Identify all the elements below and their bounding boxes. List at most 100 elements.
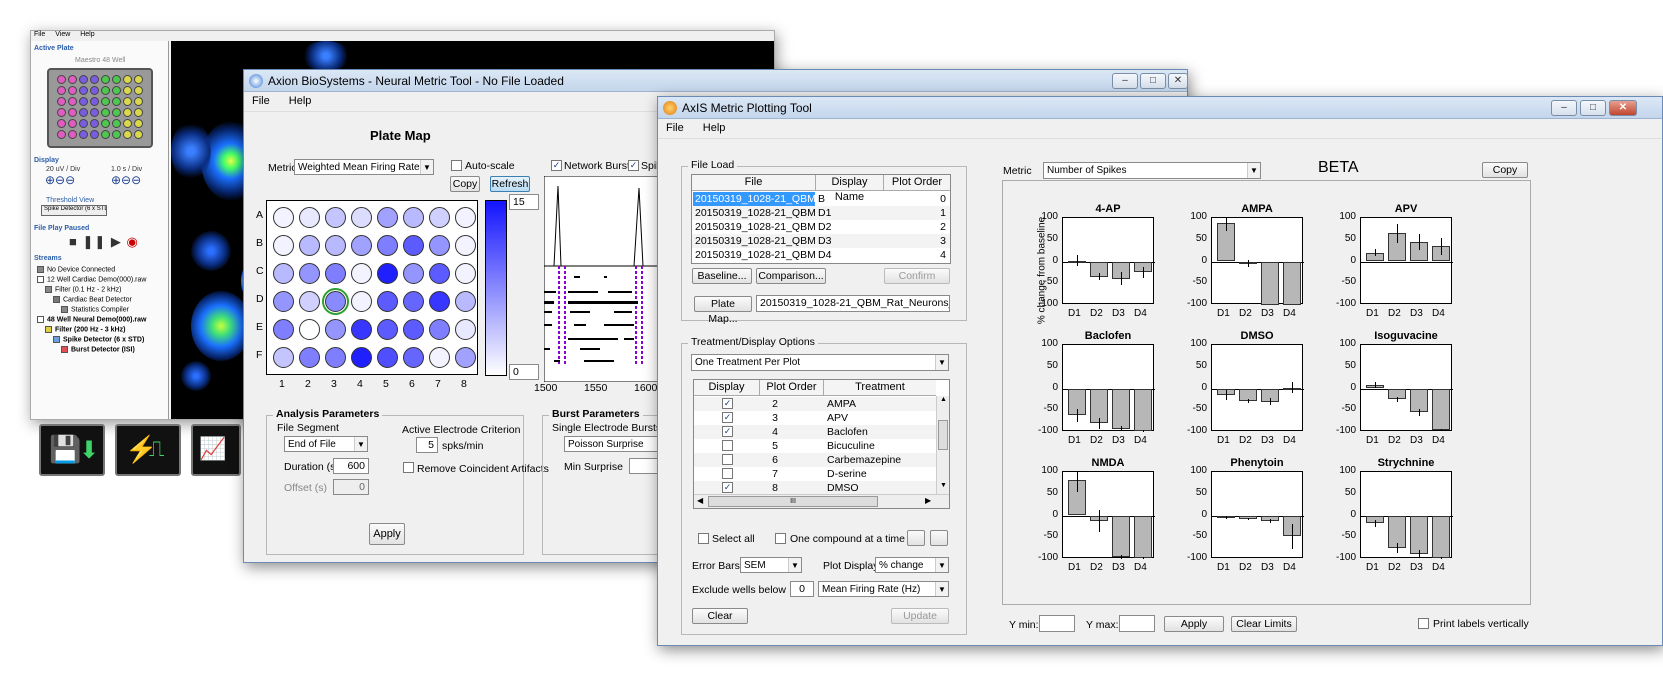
plate-well[interactable]	[351, 347, 372, 368]
stream-item[interactable]: No Device Connected	[37, 266, 115, 273]
plate-well[interactable]	[273, 207, 294, 228]
file-table-row[interactable]: 20150319_1028-21_QBM... D2 2	[692, 220, 950, 234]
treatment-display-checkbox[interactable]	[722, 468, 733, 479]
copy-button[interactable]: Copy	[450, 176, 480, 192]
plate-well[interactable]	[429, 347, 450, 368]
stream-item[interactable]: Burst Detector (ISI)	[61, 346, 135, 353]
plot-apply-button[interactable]: Apply	[1164, 616, 1224, 632]
one-compound-checkbox[interactable]	[775, 533, 786, 544]
network-bursts-checkbox[interactable]: ✓	[551, 160, 562, 171]
file-name-cell[interactable]: 20150319_1028-21_QBM...	[693, 192, 815, 206]
treatment-order-cell[interactable]: 8	[760, 481, 790, 495]
prev-compound-button[interactable]	[907, 530, 925, 546]
treatment-name-cell[interactable]: DMSO	[827, 481, 935, 495]
menu-file[interactable]: File	[658, 119, 692, 137]
stream-item[interactable]: Spike Detector (6 x STD)	[53, 336, 144, 343]
treatment-display-checkbox[interactable]: ✓	[722, 412, 733, 423]
treatment-col-header[interactable]: Treatment	[824, 380, 936, 396]
stream-item[interactable]: 48 Well Neural Demo(000).raw	[37, 316, 146, 323]
plot-order-col-header[interactable]: Plot Order	[760, 380, 824, 396]
treatment-row[interactable]: 7 D-serine	[694, 467, 936, 481]
active-electrode-input[interactable]: 5	[416, 437, 438, 453]
treatment-display-checkbox[interactable]: ✓	[722, 398, 733, 409]
stream-item[interactable]: Filter (0.1 Hz - 2 kHz)	[45, 286, 122, 293]
plate-well[interactable]	[455, 263, 476, 284]
duration-input[interactable]: 600	[333, 458, 369, 474]
treatment-order-cell[interactable]: 3	[760, 411, 790, 425]
treatment-display-checkbox[interactable]: ✓	[722, 426, 733, 437]
plate-well[interactable]	[429, 263, 450, 284]
plate-map-file-field[interactable]: 20150319_1028-21_QBM_Rat_Neurons_DIV	[756, 295, 950, 312]
plate-well[interactable]	[325, 347, 346, 368]
clear-limits-button[interactable]: Clear Limits	[1231, 616, 1297, 632]
display-col-header[interactable]: Display	[694, 380, 760, 396]
plate-well[interactable]	[403, 319, 424, 340]
comparison-button[interactable]: Comparison...	[756, 268, 826, 284]
stream-item[interactable]: Cardiac Beat Detector	[53, 296, 132, 303]
exclude-metric-select[interactable]: Mean Firing Rate (Hz) ▼	[818, 581, 949, 597]
baseline-button[interactable]: Baseline...	[692, 268, 752, 284]
plate-map-button[interactable]: Plate Map...	[694, 296, 752, 325]
confirm-button[interactable]: Confirm	[884, 268, 950, 284]
menu-file[interactable]: File	[34, 31, 45, 38]
save-tool-button[interactable]: 💾 ⬇	[39, 424, 105, 476]
update-button[interactable]: Update	[891, 608, 949, 624]
plate-well[interactable]	[403, 263, 424, 284]
treatment-row[interactable]: ✓ 8 DMSO	[694, 481, 936, 495]
signal-tool-button[interactable]: ⚡ ⎍	[115, 424, 181, 476]
close-button[interactable]: ✕	[1168, 73, 1188, 89]
plate-well[interactable]	[351, 207, 372, 228]
horizontal-scroll-thumb[interactable]: III	[708, 496, 878, 507]
treatment-name-cell[interactable]: Carbemazepine	[827, 453, 935, 467]
exclude-wells-input[interactable]: 0	[790, 581, 814, 597]
plate-well[interactable]	[455, 347, 476, 368]
ymax-input[interactable]	[1119, 615, 1155, 632]
plate-well[interactable]	[325, 207, 346, 228]
threshold-select[interactable]: Spike Detector (6 x STD)	[41, 205, 107, 216]
zoom-icons-right[interactable]: ⊕⊖⊖	[111, 173, 141, 187]
plot-order-cell[interactable]: 2	[886, 220, 946, 234]
maximize-button[interactable]: □	[1580, 100, 1606, 116]
display-name-cell[interactable]: B	[818, 192, 884, 206]
burst-method-select[interactable]: Poisson Surprise	[564, 436, 662, 452]
display-name-cell[interactable]: D4	[818, 248, 884, 262]
plot-order-cell[interactable]: 3	[886, 234, 946, 248]
plot-order-cell[interactable]: 1	[886, 206, 946, 220]
print-vertical-checkbox[interactable]	[1418, 618, 1429, 629]
treatment-row[interactable]: 5 Bicuculine	[694, 439, 936, 453]
treatment-order-cell[interactable]: 4	[760, 425, 790, 439]
file-name-cell[interactable]: 20150319_1028-21_QBM...	[693, 206, 815, 220]
stream-item[interactable]: Statistics Compiler	[61, 306, 129, 313]
plate-well[interactable]	[455, 291, 476, 312]
maximize-button[interactable]: □	[1140, 73, 1166, 89]
file-segment-select[interactable]: End of File ▼	[284, 436, 368, 452]
close-button[interactable]: ✕	[1609, 100, 1637, 116]
menu-file[interactable]: File	[244, 92, 278, 110]
next-compound-button[interactable]	[930, 530, 948, 546]
plate-well[interactable]	[273, 319, 294, 340]
spike-checkbox[interactable]: ✓	[628, 160, 639, 171]
file-table-row[interactable]: 20150319_1028-21_QBM... D4 4	[692, 248, 950, 262]
remove-artifacts-checkbox[interactable]	[403, 462, 414, 473]
file-table-row[interactable]: 20150319_1028-21_QBM... B 0	[692, 192, 950, 206]
file-name-cell[interactable]: 20150319_1028-21_QBM...	[693, 220, 815, 234]
plate-well[interactable]	[429, 291, 450, 312]
colorbar-max-input[interactable]: 15	[509, 194, 539, 210]
treatment-row[interactable]: ✓ 4 Baclofen	[694, 425, 936, 439]
menu-help[interactable]: Help	[695, 119, 734, 137]
plate-well[interactable]	[377, 235, 398, 256]
plate-well[interactable]	[299, 291, 320, 312]
vertical-scrollbar[interactable]: ▲ ▼	[936, 396, 949, 494]
display-name-cell[interactable]: D1	[818, 206, 884, 220]
plate-well[interactable]	[429, 235, 450, 256]
treatment-row[interactable]: ✓ 2 AMPA	[694, 397, 936, 411]
plate-well[interactable]	[429, 207, 450, 228]
plate-well[interactable]	[377, 347, 398, 368]
treatment-display-checkbox[interactable]	[722, 454, 733, 465]
autoscale-checkbox[interactable]	[451, 160, 462, 171]
display-name-cell[interactable]: D3	[818, 234, 884, 248]
plate-well[interactable]	[351, 319, 372, 340]
file-col-header[interactable]: File	[692, 175, 816, 191]
plate-well[interactable]	[403, 207, 424, 228]
metric-select[interactable]: Weighted Mean Firing Rate (Hz) ▼	[294, 159, 434, 175]
